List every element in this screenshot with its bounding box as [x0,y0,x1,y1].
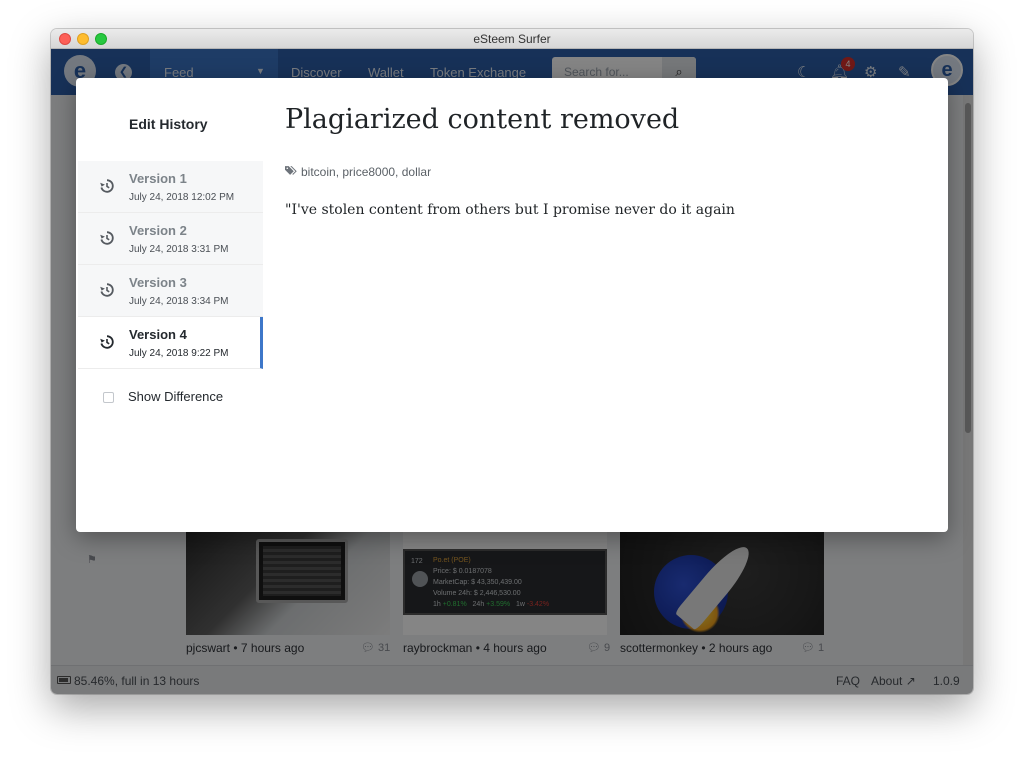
version-item-1[interactable]: Version 1 July 24, 2018 12:02 PM [78,161,263,213]
version-sidebar: Edit History Version 1 July 24, 2018 12:… [76,78,263,532]
show-difference-checkbox[interactable] [103,392,114,403]
version-date: July 24, 2018 12:02 PM [129,192,235,203]
edit-history-modal: Edit History Version 1 July 24, 2018 12:… [76,78,948,532]
history-icon [100,335,114,349]
show-difference-label[interactable]: Show Difference [128,389,223,404]
version-label: Version 4 [129,327,187,342]
version-item-2[interactable]: Version 2 July 24, 2018 3:31 PM [78,213,263,265]
version-date: July 24, 2018 3:34 PM [129,296,229,307]
window-title: eSteem Surfer [473,32,551,46]
version-label: Version 3 [129,275,187,290]
post-body: "I've stolen content from others but I p… [285,202,735,218]
version-label: Version 2 [129,223,187,238]
version-item-4[interactable]: Version 4 July 24, 2018 9:22 PM [78,317,263,369]
history-icon [100,179,114,193]
post-tags: bitcoin, price8000, dollar [285,165,431,179]
version-date: July 24, 2018 9:22 PM [129,348,229,359]
history-icon [100,283,114,297]
version-item-3[interactable]: Version 3 July 24, 2018 3:34 PM [78,265,263,317]
version-label: Version 1 [129,171,187,186]
post-tags-text[interactable]: bitcoin, price8000, dollar [301,165,431,179]
version-date: July 24, 2018 3:31 PM [129,244,229,255]
post-title: Plagiarized content removed [285,104,680,135]
history-icon [100,231,114,245]
tags-icon [285,165,299,179]
title-bar: eSteem Surfer [51,29,973,49]
sidebar-title: Edit History [129,116,208,132]
